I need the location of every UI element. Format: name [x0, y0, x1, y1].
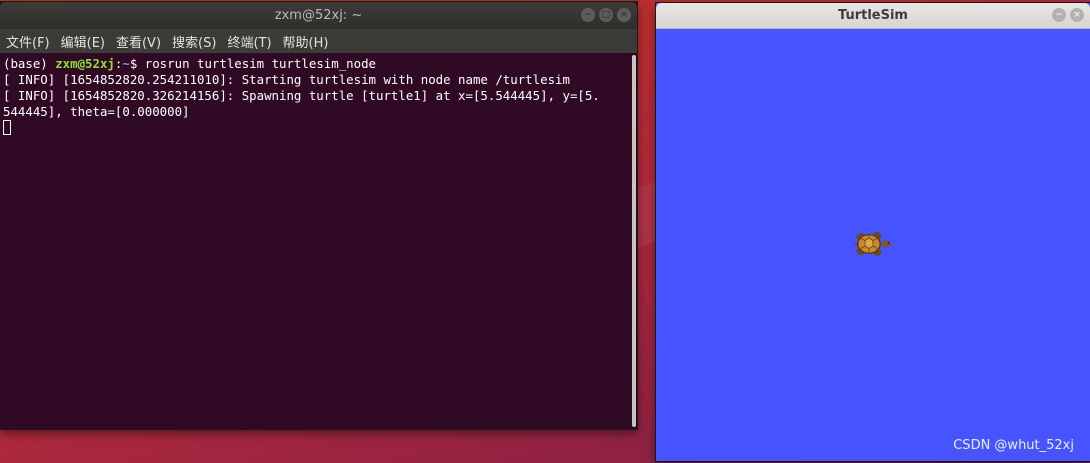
prompt-symbol: $ [129, 56, 145, 71]
menu-edit[interactable]: 编辑(E) [61, 32, 105, 51]
input-line[interactable] [3, 120, 631, 136]
minimize-button[interactable]: − [581, 8, 595, 22]
output-line: [ INFO] [1654852820.326214156]: Spawning… [3, 88, 600, 103]
turtlesim-title: TurtleSim [838, 8, 908, 23]
prompt-user-host: zxm@52xj [55, 56, 115, 71]
command-text: rosrun turtlesim turtlesim_node [144, 56, 377, 71]
menu-search[interactable]: 搜索(S) [172, 32, 216, 51]
prompt-path: ~ [122, 56, 130, 71]
output-line: 544445], theta=[0.000000] [3, 104, 190, 119]
turtle-canvas [656, 29, 1090, 461]
menu-file[interactable]: 文件(F) [6, 32, 50, 51]
minimize-button[interactable]: − [1052, 8, 1066, 22]
maximize-button[interactable]: □ [599, 8, 613, 22]
turtlesim-window-controls: − × [1052, 8, 1084, 22]
menu-view[interactable]: 查看(V) [116, 32, 161, 51]
turtle-icon [854, 231, 891, 257]
terminal-titlebar[interactable]: zxm@52xj: ~ − □ × [0, 2, 637, 29]
close-button[interactable]: × [617, 8, 631, 22]
command-line: (base) zxm@52xj:~$ rosrun turtlesim turt… [3, 56, 631, 72]
menu-terminal[interactable]: 终端(T) [227, 32, 271, 51]
text-cursor [3, 120, 11, 135]
menu-help[interactable]: 帮助(H) [283, 32, 329, 51]
terminal-window[interactable]: zxm@52xj: ~ − □ × 文件(F) 编辑(E) 查看(V) 搜索(S… [0, 2, 637, 429]
terminal-menubar: 文件(F) 编辑(E) 查看(V) 搜索(S) 终端(T) 帮助(H) [0, 29, 637, 53]
close-button[interactable]: × [1070, 8, 1084, 22]
terminal-window-controls: − □ × [581, 8, 631, 22]
watermark: CSDN @whut_52xj [953, 438, 1074, 453]
turtlesim-titlebar[interactable]: TurtleSim − × [656, 3, 1090, 29]
terminal-title: zxm@52xj: ~ [274, 8, 363, 23]
output-line: [ INFO] [1654852820.254211010]: Starting… [3, 72, 570, 87]
terminal-scrollbar[interactable] [631, 53, 637, 429]
scrollbar-thumb[interactable] [632, 55, 636, 427]
turtlesim-window[interactable]: TurtleSim − × CSDN @whut_52xj [656, 3, 1090, 461]
terminal-output[interactable]: (base) zxm@52xj:~$ rosrun turtlesim turt… [0, 53, 631, 429]
prompt-env: (base) [3, 56, 56, 71]
